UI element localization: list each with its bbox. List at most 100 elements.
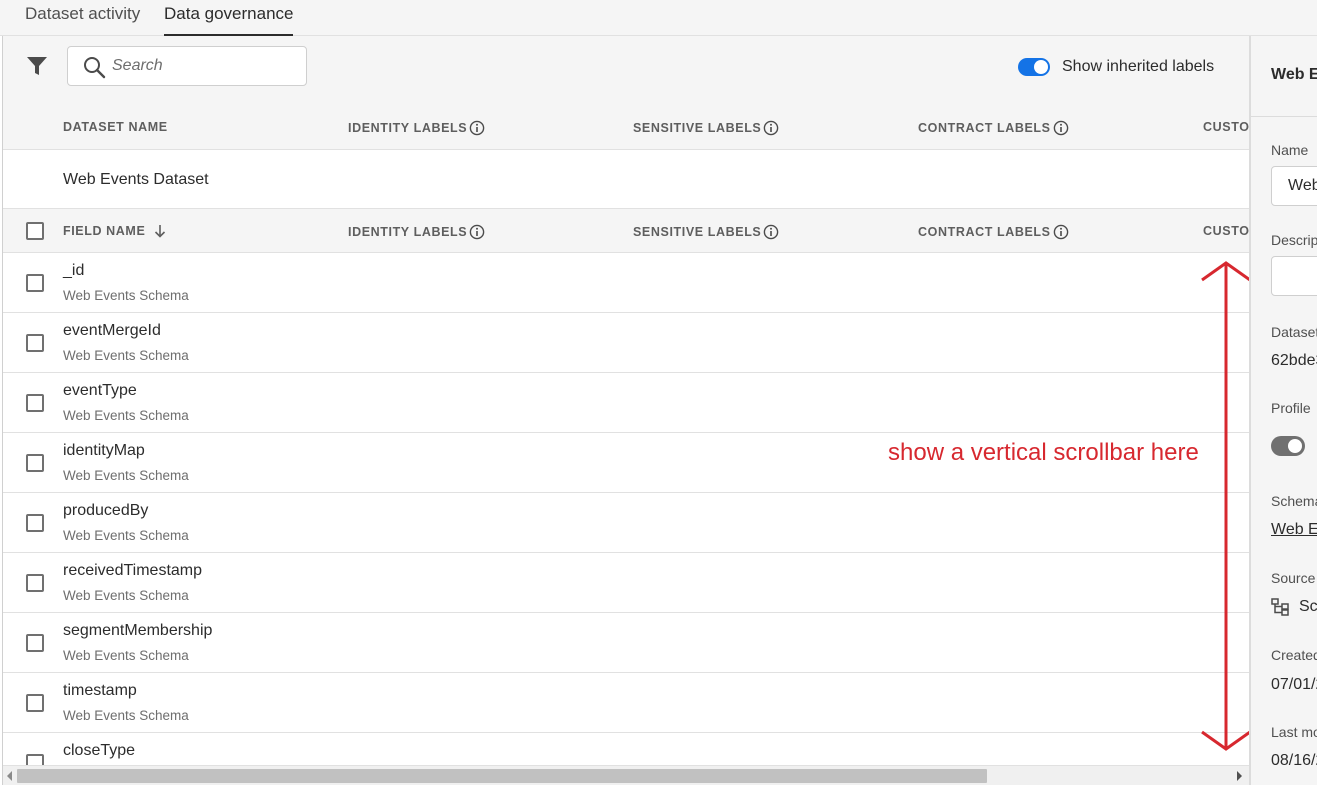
show-inherited-labels-toggle[interactable]: Show inherited labels: [1018, 56, 1214, 78]
dataset-id-value: 62bde3: [1271, 352, 1317, 369]
dataset-details-panel: Web Ev Name Web Descript Dataset 62bde3 …: [1249, 36, 1317, 785]
source-hierarchy-icon: [1271, 598, 1289, 616]
row-checkbox[interactable]: [26, 394, 44, 412]
field-name: identityMap: [63, 442, 145, 459]
name-label: Name: [1271, 142, 1309, 158]
name-field[interactable]: Web: [1271, 166, 1317, 206]
field-table-header: FIELD NAME IDENTITY LABELS SENSITIVE LAB…: [3, 209, 1249, 253]
column-header-label: SENSITIVE LABELS: [633, 121, 762, 135]
governance-table-panel: Show inherited labels DATASET NAME IDENT…: [2, 36, 1249, 785]
column-header-label: CONTRACT LABELS: [918, 121, 1051, 135]
select-all-checkbox[interactable]: [26, 222, 44, 240]
info-icon[interactable]: [469, 224, 485, 240]
row-checkbox[interactable]: [26, 274, 44, 292]
column-header-label: DATASET NAME: [63, 120, 168, 134]
dataset-id-label: Dataset: [1271, 324, 1317, 340]
column-header-label: FIELD NAME: [63, 224, 146, 238]
row-checkbox[interactable]: [26, 574, 44, 592]
table-row[interactable]: eventMergeId Web Events Schema: [3, 313, 1249, 373]
tab-dataset-activity[interactable]: Dataset activity: [25, 4, 140, 36]
created-value: 07/01/2: [1271, 676, 1317, 693]
scroll-left-arrow-icon[interactable]: [5, 770, 15, 782]
scroll-right-arrow-icon[interactable]: [1234, 770, 1244, 782]
info-icon[interactable]: [1053, 120, 1069, 136]
toggle-knob: [1288, 439, 1302, 453]
field-schema: Web Events Schema: [63, 708, 189, 723]
source-label: Source: [1271, 570, 1316, 586]
info-icon[interactable]: [469, 120, 485, 136]
column-header-custom-labels: CUSTO: [1203, 120, 1249, 134]
column-header-dataset-name: DATASET NAME: [63, 120, 168, 134]
description-label: Descript: [1271, 232, 1317, 248]
search-input[interactable]: [112, 49, 297, 83]
info-icon[interactable]: [763, 120, 779, 136]
toolbar: Show inherited labels DATASET NAME IDENT…: [3, 36, 1249, 149]
info-icon[interactable]: [763, 224, 779, 240]
field-name: closeType: [63, 742, 136, 759]
profile-label: Profile: [1271, 400, 1311, 416]
tab-data-governance[interactable]: Data governance: [164, 4, 294, 36]
column-header-label: CONTRACT LABELS: [918, 225, 1051, 239]
description-field[interactable]: [1271, 256, 1317, 296]
last-modified-value: 08/16/2: [1271, 752, 1317, 769]
table-row[interactable]: timestamp Web Events Schema: [3, 673, 1249, 733]
field-name: eventMergeId: [63, 322, 161, 339]
table-row[interactable]: receivedTimestamp Web Events Schema: [3, 553, 1249, 613]
panel-divider: [1251, 116, 1317, 117]
field-schema: Web Events Schema: [63, 588, 189, 603]
column-header-identity-labels: IDENTITY LABELS: [348, 120, 485, 136]
field-schema: Web Events Schema: [63, 468, 189, 483]
search-box[interactable]: [67, 46, 307, 86]
toggle-label: Show inherited labels: [1062, 58, 1215, 75]
row-checkbox[interactable]: [26, 694, 44, 712]
horizontal-scrollbar[interactable]: [3, 765, 1249, 785]
dataset-name: Web Events Dataset: [63, 171, 209, 188]
field-schema: Web Events Schema: [63, 648, 189, 663]
sort-descending-icon[interactable]: [153, 224, 167, 238]
column-header-custom-labels: CUSTO: [1203, 224, 1249, 238]
schema-link[interactable]: Web Ev: [1271, 521, 1317, 539]
field-schema: Web Events Schema: [63, 288, 189, 303]
column-header-contract-labels: CONTRACT LABELS: [918, 120, 1069, 136]
column-header-field-name[interactable]: FIELD NAME: [63, 224, 167, 238]
table-row[interactable]: eventType Web Events Schema: [3, 373, 1249, 433]
table-row[interactable]: producedBy Web Events Schema: [3, 493, 1249, 553]
tab-bar: Dataset activity Data governance: [0, 0, 1317, 36]
table-row[interactable]: _id Web Events Schema: [3, 253, 1249, 313]
field-name: _id: [63, 262, 85, 279]
last-modified-label: Last mo: [1271, 724, 1317, 740]
column-header-sensitive-labels: SENSITIVE LABELS: [633, 224, 779, 240]
search-icon: [84, 57, 106, 79]
toggle-switch[interactable]: [1018, 58, 1050, 76]
column-header-label: CUSTO: [1203, 224, 1249, 238]
source-value: Sch: [1299, 598, 1317, 615]
row-checkbox[interactable]: [26, 634, 44, 652]
row-checkbox[interactable]: [26, 334, 44, 352]
app-root: Dataset activity Data governance Show in…: [0, 0, 1317, 785]
profile-toggle[interactable]: [1271, 436, 1305, 456]
field-schema: Web Events Schema: [63, 408, 189, 423]
annotation-text: show a vertical scrollbar here: [888, 439, 1199, 466]
panel-title: Web Ev: [1271, 66, 1317, 83]
table-row[interactable]: segmentMembership Web Events Schema: [3, 613, 1249, 673]
toggle-knob: [1034, 60, 1048, 74]
column-header-contract-labels: CONTRACT LABELS: [918, 224, 1069, 240]
field-name: timestamp: [63, 682, 137, 699]
column-header-label: IDENTITY LABELS: [348, 225, 468, 239]
horizontal-scrollbar-thumb[interactable]: [17, 769, 987, 783]
schema-label: Schema: [1271, 493, 1317, 509]
created-label: Created: [1271, 647, 1317, 663]
column-header-sensitive-labels: SENSITIVE LABELS: [633, 120, 779, 136]
column-header-identity-labels: IDENTITY LABELS: [348, 224, 485, 240]
column-header-label: SENSITIVE LABELS: [633, 225, 762, 239]
filter-icon[interactable]: [25, 54, 49, 78]
dataset-row[interactable]: Web Events Dataset: [3, 149, 1249, 209]
row-checkbox[interactable]: [26, 514, 44, 532]
column-header-label: IDENTITY LABELS: [348, 121, 468, 135]
info-icon[interactable]: [1053, 224, 1069, 240]
column-header-label: CUSTO: [1203, 120, 1249, 134]
field-name: receivedTimestamp: [63, 562, 203, 579]
field-name: eventType: [63, 382, 137, 399]
row-checkbox[interactable]: [26, 454, 44, 472]
field-name: segmentMembership: [63, 622, 213, 639]
